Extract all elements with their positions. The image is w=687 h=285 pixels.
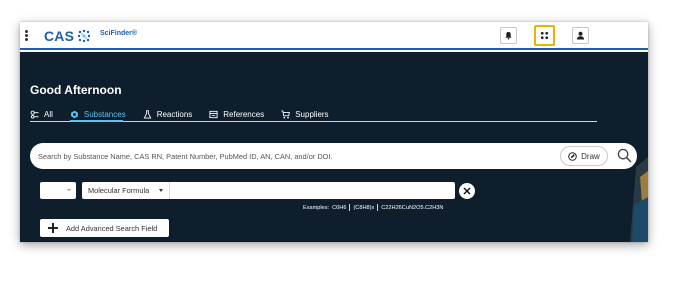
flask-icon xyxy=(143,109,152,119)
substance-icon xyxy=(70,110,78,118)
search-field-select[interactable]: Molecular Formula xyxy=(82,182,170,199)
tab-substances[interactable]: Substances xyxy=(70,107,126,121)
tab-all-label: All xyxy=(44,109,53,119)
cas-logo-mark-icon xyxy=(77,29,91,43)
app-window: CAS SciFinder® Good Afternoon All Substa… xyxy=(20,22,648,242)
search-panel: Good Afternoon All Substances Reactions … xyxy=(20,52,648,242)
top-bar: CAS SciFinder® xyxy=(20,22,648,50)
close-icon xyxy=(463,187,471,195)
product-name: SciFinder® xyxy=(100,30,138,37)
search-tabs: All Substances Reactions References Supp… xyxy=(30,107,346,121)
examples-separator xyxy=(349,204,351,211)
tab-all[interactable]: All xyxy=(30,107,53,121)
menu-kebab-icon[interactable] xyxy=(25,30,29,42)
tab-suppliers[interactable]: Suppliers xyxy=(281,107,329,121)
user-account-button[interactable] xyxy=(572,27,589,44)
example-formula[interactable]: (C8H8)x xyxy=(353,205,374,211)
document-icon xyxy=(209,110,218,118)
cas-logo[interactable]: CAS xyxy=(44,28,91,44)
tab-reactions-label: Reactions xyxy=(156,109,193,119)
plus-icon xyxy=(48,223,58,233)
search-icon[interactable] xyxy=(617,148,632,163)
notifications-bell-icon xyxy=(505,31,512,40)
page-title: Good Afternoon xyxy=(30,83,122,97)
draw-button[interactable]: Draw xyxy=(560,146,608,166)
tab-substances-label: Substances xyxy=(83,109,126,119)
operator-select[interactable] xyxy=(40,182,76,199)
active-tab-indicator xyxy=(70,120,123,122)
add-field-label: Add Advanced Search Field xyxy=(66,223,158,233)
examples-separator xyxy=(377,204,379,211)
remove-field-button[interactable] xyxy=(459,183,475,199)
examples-label: Examples: xyxy=(303,204,330,211)
search-bar: Draw xyxy=(30,143,637,169)
tab-references-label: References xyxy=(223,109,265,119)
draw-pencil-icon xyxy=(568,151,577,161)
cas-logo-text: CAS xyxy=(44,28,75,44)
draw-button-label: Draw xyxy=(581,151,600,161)
example-formula[interactable]: C6H6 xyxy=(332,205,346,211)
tab-suppliers-label: Suppliers xyxy=(295,109,329,119)
molecular-formula-input[interactable] xyxy=(169,182,455,199)
chevron-down-icon xyxy=(67,189,71,191)
search-field-select-value: Molecular Formula xyxy=(88,186,150,195)
apps-grid-icon xyxy=(540,31,549,40)
chevron-down-icon xyxy=(159,189,163,192)
apps-button[interactable] xyxy=(534,25,555,46)
notifications-button[interactable] xyxy=(500,27,517,44)
cart-icon xyxy=(281,109,291,118)
formula-examples: Examples: C6H6 (C8H8)x C22H26CuN2O5.C2H3… xyxy=(303,204,443,211)
search-input[interactable] xyxy=(38,148,558,164)
decorative-shape xyxy=(630,157,648,242)
all-search-icon xyxy=(30,110,39,119)
example-formula[interactable]: C22H26CuN2O5.C2H3N xyxy=(381,205,443,211)
add-advanced-search-field-button[interactable]: Add Advanced Search Field xyxy=(40,219,169,237)
user-account-icon xyxy=(576,31,585,40)
tab-reactions[interactable]: Reactions xyxy=(143,107,193,121)
tab-references[interactable]: References xyxy=(209,107,264,121)
